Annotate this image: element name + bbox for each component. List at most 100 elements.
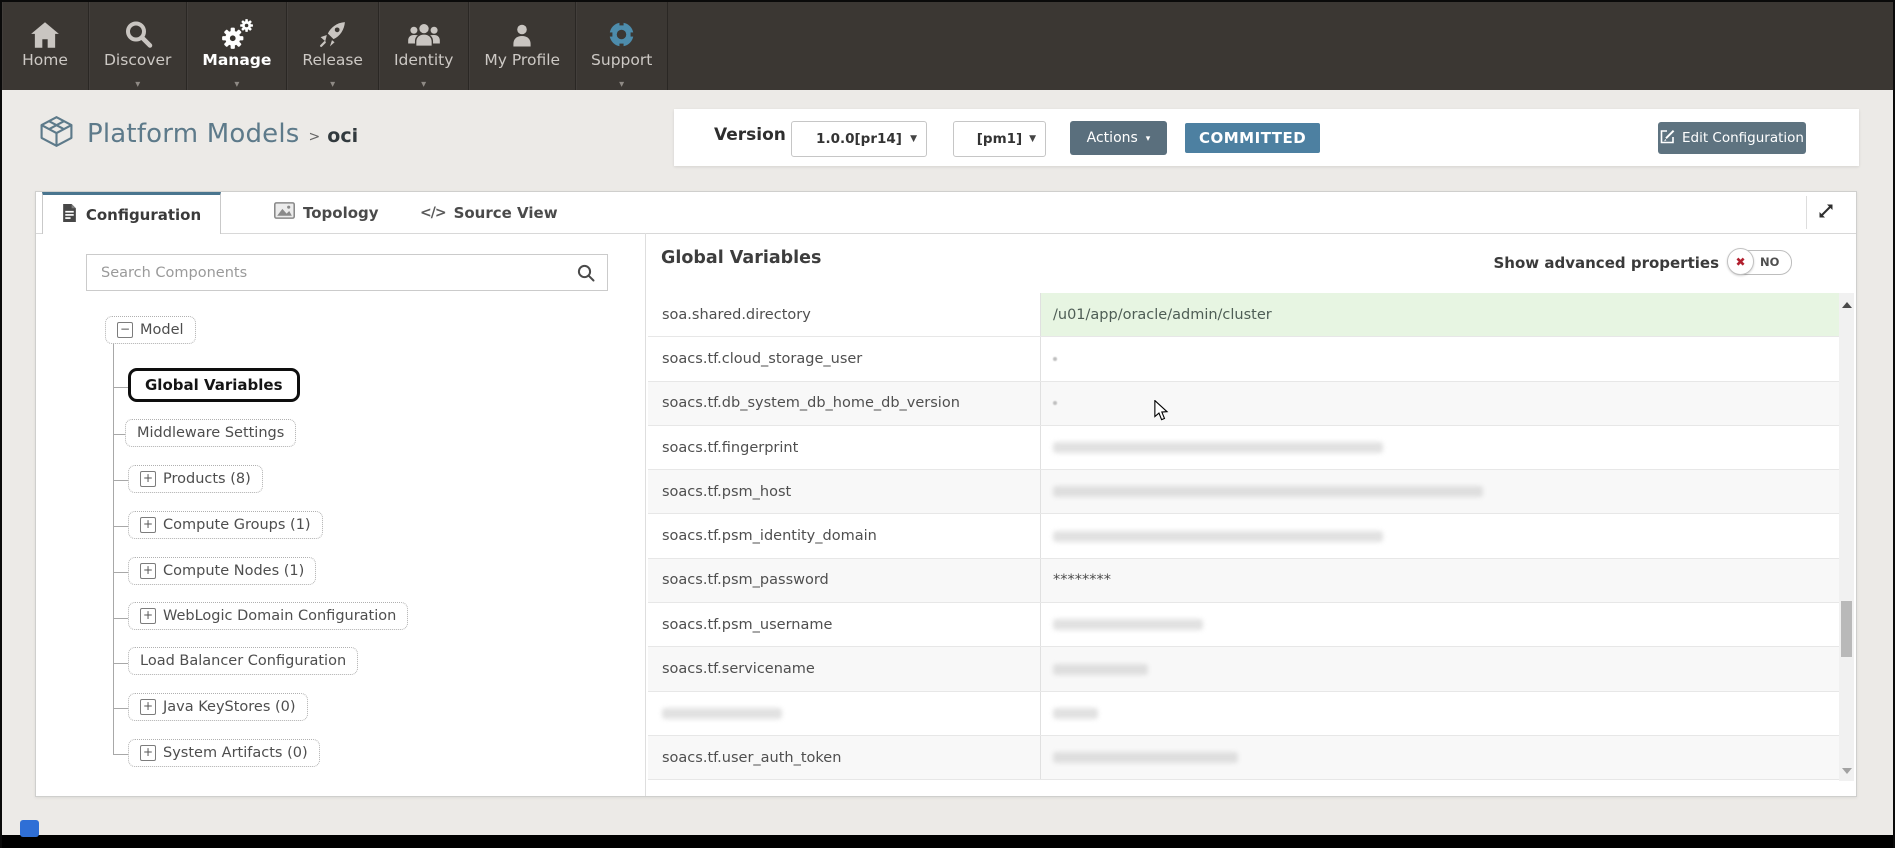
page-title: Platform Models bbox=[87, 119, 300, 149]
advanced-properties-toggle[interactable]: ✖ NO bbox=[1728, 250, 1792, 275]
expand-icon[interactable]: + bbox=[140, 563, 156, 579]
nav-item-home[interactable]: Home bbox=[2, 2, 89, 90]
expand-icon[interactable]: + bbox=[140, 699, 156, 715]
scroll-up-arrow[interactable] bbox=[1842, 302, 1852, 308]
property-name: soacs.tf.db_system_db_home_db_version bbox=[648, 382, 1040, 425]
tree-node-model[interactable]: − Model bbox=[105, 316, 196, 344]
tab-label: Topology bbox=[303, 204, 379, 222]
tree-node-label: Model bbox=[140, 322, 184, 338]
table-row[interactable] bbox=[648, 692, 1839, 736]
gears-icon bbox=[220, 10, 254, 50]
table-row[interactable]: soacs.tf.psm_host bbox=[648, 470, 1839, 514]
redacted-value-blur bbox=[1053, 401, 1057, 405]
tree-node-java-keystores[interactable]: + Java KeyStores (0) bbox=[128, 693, 308, 721]
version-select[interactable]: 1.0.0[pr14] ▼ bbox=[791, 121, 927, 157]
expand-panel-button[interactable] bbox=[1806, 196, 1844, 229]
nav-item-support[interactable]: Support ▾ bbox=[576, 2, 668, 90]
property-value[interactable] bbox=[1040, 337, 1839, 380]
table-row[interactable]: soacs.tf.fingerprint bbox=[648, 426, 1839, 470]
property-value[interactable] bbox=[1040, 514, 1839, 557]
table-row[interactable]: soacs.tf.psm_username bbox=[648, 603, 1839, 647]
tree-node-load-balancer-configuration[interactable]: Load Balancer Configuration bbox=[128, 647, 358, 675]
nav-label: Support bbox=[591, 51, 652, 69]
home-icon bbox=[29, 10, 61, 50]
tree-node-global-variables[interactable]: Global Variables bbox=[128, 368, 300, 402]
tree-connector bbox=[113, 663, 129, 664]
search-icon[interactable] bbox=[577, 264, 595, 286]
tree-connector bbox=[113, 708, 129, 709]
nav-item-my-profile[interactable]: My Profile bbox=[469, 2, 576, 90]
property-value[interactable]: ******** bbox=[1040, 559, 1839, 602]
tree-node-system-artifacts[interactable]: + System Artifacts (0) bbox=[128, 739, 320, 767]
table-row[interactable]: soacs.tf.psm_identity_domain bbox=[648, 514, 1839, 558]
tree-node-products[interactable]: + Products (8) bbox=[128, 465, 263, 493]
nav-item-manage[interactable]: Manage ▾ bbox=[187, 2, 287, 90]
expand-icon[interactable]: + bbox=[140, 471, 156, 487]
expand-icon[interactable]: + bbox=[140, 745, 156, 761]
property-name: soacs.tf.psm_identity_domain bbox=[648, 514, 1040, 557]
tree-node-weblogic-domain-configuration[interactable]: + WebLogic Domain Configuration bbox=[128, 602, 408, 630]
property-value[interactable]: /u01/app/oracle/admin/cluster bbox=[1040, 293, 1839, 336]
tree-connector bbox=[113, 344, 114, 754]
code-icon: </> bbox=[420, 205, 446, 221]
tree-node-label: Global Variables bbox=[145, 376, 283, 394]
redacted-value-blur bbox=[1053, 752, 1238, 763]
nav-label: Release bbox=[302, 51, 363, 69]
property-value[interactable] bbox=[1040, 692, 1839, 735]
tree-node-label: Java KeyStores (0) bbox=[163, 699, 296, 715]
table-row[interactable]: soacs.tf.psm_password ******** bbox=[648, 559, 1839, 603]
app-window: Home Discover ▾ bbox=[0, 0, 1895, 848]
scroll-down-arrow[interactable] bbox=[1842, 768, 1852, 774]
tree-node-compute-nodes[interactable]: + Compute Nodes (1) bbox=[128, 557, 316, 585]
life-ring-icon bbox=[606, 10, 637, 50]
redacted-value-blur bbox=[1053, 664, 1148, 675]
redacted-value-blur bbox=[1053, 708, 1098, 719]
tree-connector bbox=[113, 526, 129, 527]
property-value[interactable] bbox=[1040, 647, 1839, 690]
advanced-properties-control: Show advanced properties ✖ NO bbox=[1494, 250, 1793, 275]
section-title: Global Variables bbox=[661, 248, 821, 268]
platform-models-icon bbox=[38, 115, 75, 152]
redacted-value-blur bbox=[1053, 486, 1483, 497]
search-components-input[interactable] bbox=[87, 255, 607, 290]
scrollbar-thumb[interactable] bbox=[1841, 601, 1852, 657]
expand-icon[interactable]: + bbox=[140, 517, 156, 533]
property-name bbox=[648, 692, 1040, 735]
property-value[interactable] bbox=[1040, 426, 1839, 469]
select-caret-icon: ▼ bbox=[910, 134, 917, 144]
tree-node-middleware-settings[interactable]: Middleware Settings bbox=[125, 419, 296, 447]
revision-select[interactable]: [pm1] ▼ bbox=[953, 121, 1046, 157]
tab-source-view[interactable]: </> Source View bbox=[420, 192, 558, 233]
cross-icon: ✖ bbox=[1735, 255, 1745, 269]
toggle-knob[interactable]: ✖ bbox=[1727, 248, 1754, 275]
nav-item-identity[interactable]: Identity ▾ bbox=[379, 2, 469, 90]
mouse-cursor bbox=[1152, 400, 1171, 425]
expand-diagonal-icon bbox=[1816, 201, 1836, 225]
panel-divider bbox=[645, 233, 646, 796]
tab-configuration[interactable]: Configuration bbox=[42, 192, 221, 234]
property-value[interactable] bbox=[1040, 603, 1839, 646]
actions-button[interactable]: Actions ▾ bbox=[1070, 121, 1167, 155]
tab-topology[interactable]: Topology bbox=[274, 192, 379, 233]
nav-item-discover[interactable]: Discover ▾ bbox=[89, 2, 187, 90]
tree-node-compute-groups[interactable]: + Compute Groups (1) bbox=[128, 511, 323, 539]
table-row[interactable]: soacs.tf.cloud_storage_user bbox=[648, 337, 1839, 381]
breadcrumb-current: oci bbox=[327, 125, 358, 147]
property-name: soacs.tf.cloud_storage_user bbox=[648, 337, 1040, 380]
nav-item-release[interactable]: Release ▾ bbox=[287, 2, 379, 90]
bottom-blue-accent bbox=[20, 820, 39, 837]
nav-label: My Profile bbox=[484, 51, 560, 69]
edit-configuration-button[interactable]: Edit Configuration bbox=[1658, 122, 1806, 154]
expand-icon[interactable]: + bbox=[140, 608, 156, 624]
version-label: Version bbox=[714, 125, 786, 145]
table-row[interactable]: soacs.tf.db_system_db_home_db_version bbox=[648, 382, 1839, 426]
property-value[interactable] bbox=[1040, 470, 1839, 513]
property-value[interactable] bbox=[1040, 736, 1839, 779]
table-row[interactable]: soacs.tf.servicename bbox=[648, 647, 1839, 691]
table-row[interactable]: soa.shared.directory /u01/app/oracle/adm… bbox=[648, 293, 1839, 337]
bottom-black-bar bbox=[2, 835, 1893, 848]
collapse-icon[interactable]: − bbox=[117, 322, 133, 338]
tree-connector bbox=[113, 572, 129, 573]
table-row[interactable]: soacs.tf.user_auth_token bbox=[648, 736, 1839, 780]
vertical-scrollbar[interactable] bbox=[1839, 293, 1854, 781]
